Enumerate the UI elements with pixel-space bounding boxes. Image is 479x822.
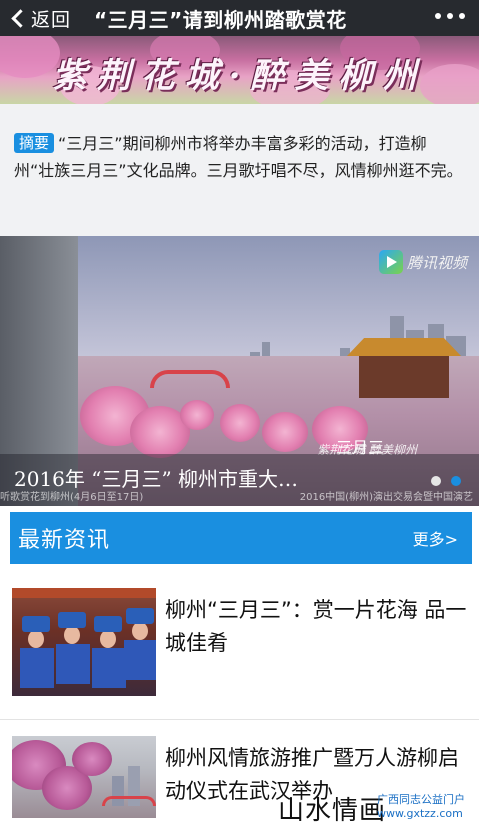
more-dot-icon [435, 13, 441, 19]
banner-text: 紫荆花城·醉美柳州 [52, 56, 427, 96]
summary-tag: 摘要 [14, 133, 55, 153]
pager-dot-active[interactable] [451, 476, 461, 486]
video-subtitle-right: 2016中国(柳州)演出交易会暨中国演艺 [299, 492, 473, 503]
top-nav-bar: 返回 “三月三”请到柳州踏歌赏花 [0, 0, 479, 36]
watermark-site-name: 广西同志公益门户 [377, 793, 465, 806]
watermark-site-url: www.gxtzz.com [377, 807, 463, 820]
video-carousel[interactable]: 腾讯视频 三月三 紫荆花城 醉美柳州 2016年 “三月三” 柳州市重大… 听歌… [0, 236, 479, 506]
list-divider [0, 719, 479, 720]
header-banner-image: 紫荆花城·醉美柳州 [0, 36, 479, 104]
more-options-button[interactable] [435, 13, 465, 19]
carousel-pager [431, 476, 461, 486]
tencent-video-logo: 腾讯视频 [378, 250, 467, 274]
pager-dot[interactable] [431, 476, 441, 486]
video-subtitle-left: 听歌赏花到柳州(4月6日至17日) [0, 492, 144, 503]
page-title: “三月三”请到柳州踏歌赏花 [94, 7, 347, 32]
more-dot-icon [459, 13, 465, 19]
video-source-label: 腾讯视频 [406, 253, 467, 272]
watermark-text: 山水情画 [278, 796, 387, 822]
watermark-site: 广西同志公益门户 www.gxtzz.com [377, 793, 465, 821]
section-title: 最新资讯 [18, 528, 111, 553]
back-label: 返回 [31, 8, 72, 31]
back-button[interactable]: 返回 [0, 0, 78, 36]
summary-text: “三月三”期间柳州市将举办丰富多彩的活动，打造柳州“壮族三月三”文化品牌。三月歌… [14, 134, 463, 180]
chevron-left-icon [11, 8, 30, 28]
news-thumbnail [12, 588, 156, 696]
latest-news-header: 最新资讯 更多> [10, 512, 472, 564]
news-list-item[interactable]: 柳州“三月三”：赏一片花海 品一城佳肴 [0, 588, 479, 698]
news-thumbnail [12, 736, 156, 818]
play-icon [378, 250, 403, 274]
article-summary: 摘要 “三月三”期间柳州市将举办丰富多彩的活动，打造柳州“壮族三月三”文化品牌。三… [0, 104, 479, 236]
more-dot-icon [447, 13, 453, 19]
more-news-link[interactable]: 更多> [413, 526, 458, 550]
news-title: 柳州“三月三”：赏一片花海 品一城佳肴 [165, 598, 467, 655]
